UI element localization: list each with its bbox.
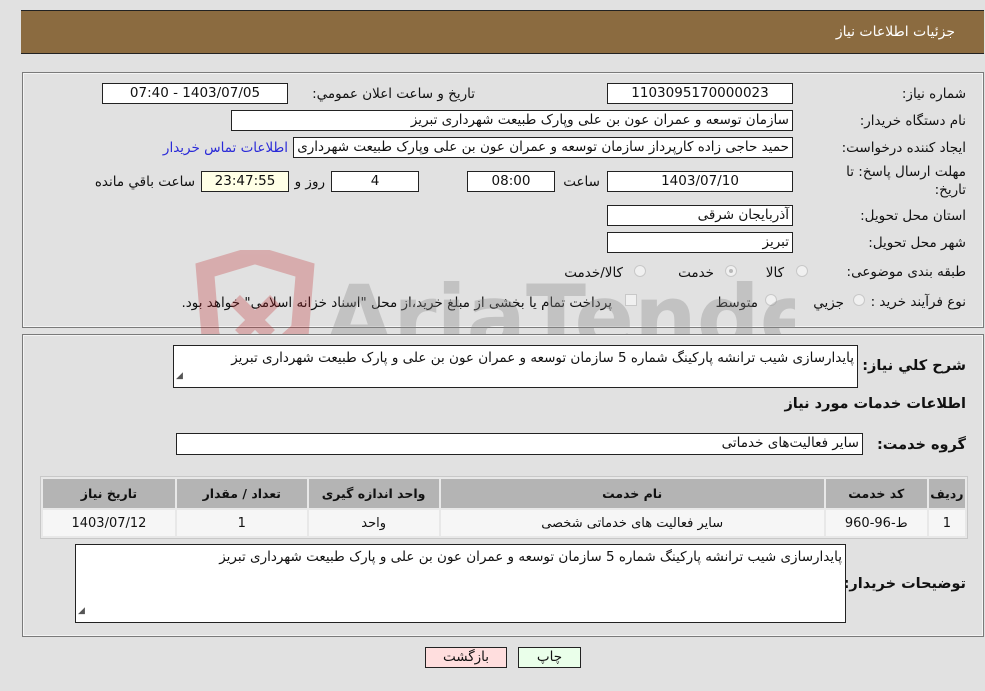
announce-datetime-field[interactable]: 1403/07/05 - 07:40: [102, 83, 288, 104]
category-label: طبقه بندی موضوعی:: [846, 264, 966, 280]
province-field[interactable]: آذربایجان شرقی: [607, 205, 793, 226]
cell-service-code: ط-96-960: [825, 510, 927, 536]
deadline-label-line2: تاریخ:: [934, 182, 966, 198]
process-option-minor: جزيي: [813, 295, 844, 311]
col-need-date: تاریخ نیاز: [43, 479, 175, 508]
process-label: نوع فرآیند خرید :: [870, 294, 966, 310]
deadline-time-field[interactable]: 08:00: [467, 171, 555, 192]
col-service-code: کد خدمت: [825, 479, 927, 508]
process-radio-minor[interactable]: [853, 294, 865, 306]
services-table: ردیف کد خدمت نام خدمت واحد اندازه گیری ت…: [40, 476, 968, 539]
services-section-title: اطلاعات خدمات مورد نیاز: [784, 396, 966, 412]
treasury-bonds-checkbox[interactable]: [625, 294, 637, 306]
back-button[interactable]: بازگشت: [425, 647, 507, 668]
col-quantity: تعداد / مقدار: [176, 479, 307, 508]
time-remaining-label: ساعت باقي مانده: [94, 174, 195, 190]
services-table-header: ردیف کد خدمت نام خدمت واحد اندازه گیری ت…: [43, 479, 965, 508]
time-remaining-field: 23:47:55: [201, 171, 289, 192]
need-number-label: شماره نیاز:: [901, 86, 966, 102]
col-row: ردیف: [928, 479, 965, 508]
cell-row: 1: [928, 510, 965, 536]
category-radio-goods-service[interactable]: [634, 265, 646, 277]
category-radio-service[interactable]: [725, 265, 737, 277]
category-option-goods-service: کالا/خدمت: [564, 265, 623, 281]
resize-grip-icon[interactable]: ◢: [78, 601, 85, 621]
deadline-time-label: ساعت: [563, 174, 600, 190]
process-radio-medium[interactable]: [765, 294, 777, 306]
service-group-field[interactable]: سایر فعالیت‌های خدماتی: [176, 433, 863, 455]
cell-service-name: سایر فعالیت های خدماتی شخصی: [440, 510, 824, 536]
buyer-org-label: نام دستگاه خریدار:: [859, 113, 966, 129]
resize-grip-icon[interactable]: ◢: [176, 366, 183, 386]
deadline-label-line1: مهلت ارسال پاسخ: تا: [846, 164, 966, 180]
requester-field[interactable]: حمید حاجی زاده کارپرداز سازمان توسعه و ع…: [293, 137, 793, 158]
col-unit: واحد اندازه گیری: [308, 479, 439, 508]
cell-quantity: 1: [176, 510, 307, 536]
cell-unit: واحد: [308, 510, 439, 536]
summary-text: پایدارسازی شیب ترانشه پارکینگ شماره 5 سا…: [231, 350, 854, 366]
buyer-notes-text: پایدارسازی شیب ترانشه پارکینگ شماره 5 سا…: [219, 549, 842, 565]
days-label: روز و: [294, 174, 325, 190]
announce-datetime-label: تاریخ و ساعت اعلان عمومي:: [312, 86, 475, 102]
category-option-goods: کالا: [765, 265, 784, 281]
summary-label: شرح کلي نیاز:: [862, 358, 966, 374]
city-label: شهر محل تحویل:: [868, 235, 966, 251]
summary-textarea[interactable]: پایدارسازی شیب ترانشه پارکینگ شماره 5 سا…: [173, 345, 858, 388]
buyer-org-field[interactable]: سازمان توسعه و عمران عون بن علی وپارک طب…: [231, 110, 793, 131]
buyer-notes-textarea[interactable]: پایدارسازی شیب ترانشه پارکینگ شماره 5 سا…: [75, 544, 846, 623]
print-button[interactable]: چاپ: [518, 647, 581, 668]
cell-need-date: 1403/07/12: [43, 510, 175, 536]
province-label: استان محل تحویل:: [860, 208, 966, 224]
page-header: جزئیات اطلاعات نیاز: [21, 10, 984, 54]
days-remaining-field[interactable]: 4: [331, 171, 419, 192]
col-service-name: نام خدمت: [440, 479, 824, 508]
city-field[interactable]: تبریز: [607, 232, 793, 253]
buyer-notes-label: توضیحات خریدار:: [843, 576, 966, 592]
need-number-field[interactable]: 1103095170000023: [607, 83, 793, 104]
category-radio-goods[interactable]: [796, 265, 808, 277]
process-option-medium: متوسط: [715, 295, 758, 311]
buyer-contact-link[interactable]: اطلاعات تماس خریدار: [163, 140, 288, 156]
treasury-bonds-label: پرداخت تمام یا بخشی از مبلغ خرید،از محل …: [181, 295, 612, 311]
requester-label: ایجاد کننده درخواست:: [841, 140, 966, 156]
table-row: 1 ط-96-960 سایر فعالیت های خدماتی شخصی و…: [43, 510, 965, 536]
page-title: جزئیات اطلاعات نیاز: [835, 24, 955, 40]
category-option-service: خدمت: [678, 265, 714, 281]
deadline-date-field[interactable]: 1403/07/10: [607, 171, 793, 192]
service-group-label: گروه خدمت:: [876, 437, 966, 453]
